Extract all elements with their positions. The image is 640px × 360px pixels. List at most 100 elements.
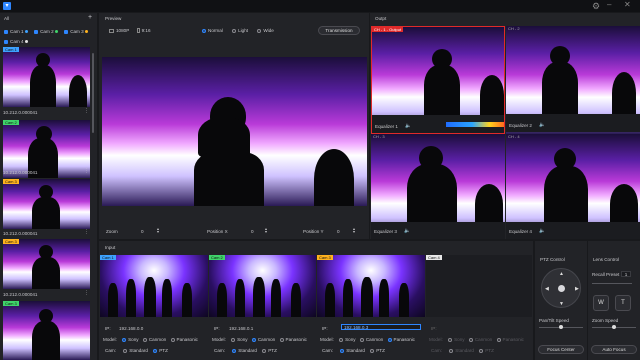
cam-4-model-panasonic[interactable]: Panasonic [496, 337, 524, 342]
zoom-speed-slider-thumb[interactable] [612, 325, 616, 329]
auto-focus-button[interactable]: Auto Focus [591, 345, 637, 354]
add-icon[interactable]: + [88, 14, 92, 21]
close-icon[interactable]: ✕ [624, 0, 631, 9]
thumb-4[interactable]: Cam 3 [3, 239, 90, 289]
cam-2-model-canmon[interactable]: Canmon [251, 337, 275, 342]
pan-tilt-slider[interactable] [539, 325, 583, 329]
arrow-down-icon[interactable]: ▼ [559, 301, 564, 307]
thumb-3-ip: 10.212.0.000041 [3, 231, 38, 236]
cam-2-type-ptz[interactable]: PTZ [262, 348, 277, 353]
thumb-5[interactable]: Cam 3 [3, 301, 90, 360]
cam-4-type-ptz[interactable]: PTZ [479, 348, 494, 353]
thumb-3[interactable]: Cam 3 [3, 179, 90, 229]
thumb-1[interactable]: Cam 1 [3, 47, 90, 107]
position-x-value[interactable]: 0 [251, 229, 254, 234]
cam-1-model-sony[interactable]: Sony [122, 337, 139, 342]
cam-3-model-canmon[interactable]: Canmon [359, 337, 383, 342]
pan-tilt-slider-thumb[interactable] [559, 325, 563, 329]
input-panel: Input Cam 1 IP: 192.168.0.0 Model: Sony … [99, 241, 533, 360]
minimize-icon[interactable]: – [607, 0, 611, 9]
arrow-left-icon[interactable]: ◀ [545, 286, 549, 292]
thumb-1-menu-icon[interactable]: ⋮ [84, 108, 89, 114]
input-cam-1-model: Model: Sony Canmon Panasonic [103, 337, 198, 342]
speaker-icon[interactable]: 🔈 [539, 122, 545, 128]
position-y-value[interactable]: 0 [337, 229, 340, 234]
cam-4-model-sony[interactable]: Sony [448, 337, 465, 342]
input-cam-4-video[interactable]: Cam 4 [426, 255, 532, 317]
speaker-icon[interactable]: 🔈 [404, 228, 410, 234]
thumb-4-menu-icon[interactable]: ⋮ [84, 290, 89, 296]
transmission-button[interactable]: Transmission [318, 26, 360, 35]
output-cell-1[interactable]: CH - 1 - Output Equalizer 1 🔈 [371, 26, 505, 134]
filter-cam-1[interactable]: Cam 1 [4, 29, 28, 34]
speaker-icon[interactable]: 🔈 [405, 123, 411, 129]
input-title: Input [105, 245, 116, 250]
thumb-5-tag: Cam 3 [3, 301, 19, 306]
ptz-panel: PTZ Control ▲ ▼ ◀ ▶ Pan/Tilt Speed Focus… [535, 241, 587, 360]
input-cam-3-type: Cam: Standard PTZ [322, 348, 385, 353]
cam-2-type-standard[interactable]: Standard [232, 348, 257, 353]
input-cam-3-ip[interactable]: 192.168.0.3 [341, 324, 421, 330]
lens-slider-top[interactable] [592, 283, 632, 284]
joystick-center[interactable] [558, 285, 565, 292]
option-1080p[interactable]: 1080P [109, 28, 129, 33]
mode-wide[interactable]: Wide [257, 28, 274, 33]
option-9-16[interactable]: 9:16 [136, 28, 151, 34]
input-cam-4-ip-label: IP: [431, 326, 437, 331]
zoom-value[interactable]: 0 [141, 229, 144, 234]
input-cam-1-type: Cam: Standard PTZ [105, 348, 168, 353]
filter-cam-2[interactable]: Cam 2 [34, 29, 58, 34]
cam-3-model-sony[interactable]: Sony [339, 337, 356, 342]
gear-icon[interactable]: ⚙ [592, 1, 600, 12]
cam-2-model-panasonic[interactable]: Panasonic [279, 337, 307, 342]
cam-1-model-panasonic[interactable]: Panasonic [170, 337, 198, 342]
thumb-1-ip: 10.212.0.000041 [3, 110, 38, 115]
input-cam-1-ip[interactable]: 192.168.0.0 [119, 326, 143, 331]
sidebar-scrollbar[interactable] [92, 53, 94, 133]
cam-4-model-canmon[interactable]: Canmon [468, 337, 492, 342]
audio-meter [446, 122, 504, 127]
cam-1-model-canmon[interactable]: Canmon [142, 337, 166, 342]
speaker-icon[interactable]: 🔈 [539, 228, 545, 234]
input-cam-2-video[interactable]: Cam 2 [209, 255, 316, 317]
cam-3-type-standard[interactable]: Standard [340, 348, 365, 353]
recall-field[interactable]: 1 [621, 271, 631, 277]
focus-center-button[interactable]: Focus Center [538, 345, 584, 354]
filter-cam-4[interactable]: Cam 4 [4, 39, 28, 44]
lens-panel: Lens Control Recall Preset 1 1 W T Zoom … [588, 241, 640, 360]
output-title: Outpt [375, 16, 387, 21]
mode-light[interactable]: Light [232, 28, 248, 33]
output-cell-4-label: Equalizer 4 [509, 229, 532, 234]
thumb-2-menu-icon[interactable]: ⋮ [84, 168, 89, 174]
preview-video[interactable] [102, 57, 367, 206]
cam-2-model-sony[interactable]: Sony [231, 337, 248, 342]
thumb-3-menu-icon[interactable]: ⋮ [84, 229, 89, 235]
filter-cam-3[interactable]: Cam 3 [64, 29, 88, 34]
cam-4-type-standard[interactable]: Standard [449, 348, 474, 353]
position-y-stepper-icon[interactable]: ▴ ▾ [353, 227, 355, 234]
cam-3-type-ptz[interactable]: PTZ [370, 348, 385, 353]
output-cell-1-tag: CH - 1 - Output [372, 27, 404, 32]
mode-normal[interactable]: Normal [202, 28, 223, 33]
output-cell-2[interactable]: CH - 2 Equalizer 2 🔈 [506, 26, 640, 134]
zoom-stepper-icon[interactable]: ▴ ▾ [157, 227, 159, 234]
arrow-right-icon[interactable]: ▶ [575, 286, 579, 292]
input-cam-2-ip[interactable]: 192.168.0.1 [229, 326, 253, 331]
output-cell-4[interactable]: CH - 4 Equalizer 4 🔈 [506, 134, 640, 239]
cam-3-model-panasonic[interactable]: Panasonic [387, 337, 415, 342]
input-cam-3-ip-label: IP: [322, 326, 328, 331]
output-cell-3[interactable]: CH - 3 Equalizer 3 🔈 [371, 134, 505, 239]
position-x-stepper-icon[interactable]: ▴ ▾ [265, 227, 267, 234]
input-cam-2-tag: Cam 2 [209, 255, 225, 260]
arrow-up-icon[interactable]: ▲ [559, 271, 564, 277]
cam-1-type-ptz[interactable]: PTZ [153, 348, 168, 353]
zoom-label: Zoom [106, 229, 118, 234]
zoom-wide-button[interactable]: W [593, 295, 609, 311]
input-cam-3-video[interactable]: Cam 3 [317, 255, 425, 317]
zoom-speed-slider[interactable] [592, 325, 636, 329]
output-cell-3-label: Equalizer 3 [374, 229, 397, 234]
ptz-joystick[interactable]: ▲ ▼ ◀ ▶ [541, 268, 581, 308]
cam-1-type-standard[interactable]: Standard [123, 348, 148, 353]
zoom-tele-button[interactable]: T [615, 295, 631, 311]
input-cam-1-video[interactable]: Cam 1 [100, 255, 208, 317]
